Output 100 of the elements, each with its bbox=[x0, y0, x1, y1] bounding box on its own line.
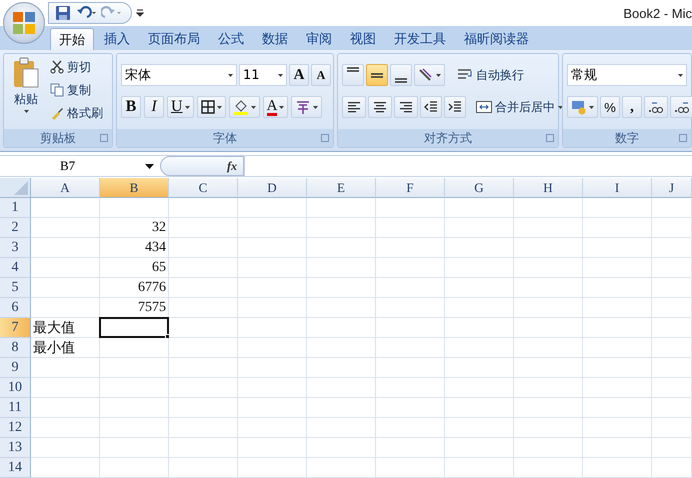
borders-button[interactable] bbox=[196, 96, 226, 118]
phonetic-button[interactable] bbox=[291, 96, 322, 118]
row-header[interactable]: 1 bbox=[0, 198, 31, 218]
align-icon[interactable] bbox=[346, 100, 362, 114]
corner-triangle-icon bbox=[14, 181, 28, 195]
format-painter-button[interactable]: 格式刷 bbox=[48, 103, 105, 123]
column-header[interactable]: I bbox=[583, 178, 652, 198]
fill-color-button[interactable] bbox=[228, 96, 260, 118]
column-header[interactable]: J bbox=[652, 178, 692, 198]
row-header[interactable]: 11 bbox=[0, 398, 31, 418]
italic-button[interactable]: I bbox=[144, 96, 164, 118]
table-cell bbox=[307, 198, 376, 218]
ribbon-tab[interactable]: 页面布局 bbox=[140, 28, 208, 50]
undo-icon[interactable] bbox=[75, 6, 97, 20]
copy-button[interactable]: 复制 bbox=[48, 80, 105, 100]
align-icon[interactable] bbox=[372, 100, 388, 114]
column-header[interactable]: F bbox=[376, 178, 445, 198]
column-header[interactable]: C bbox=[169, 178, 238, 198]
table-cell bbox=[376, 258, 445, 278]
align-left-button[interactable] bbox=[342, 96, 366, 118]
scissors-icon bbox=[50, 60, 64, 74]
insert-function-button[interactable]: fx bbox=[160, 156, 244, 176]
table-cell bbox=[445, 438, 514, 458]
customize-toolbar-icon[interactable] bbox=[136, 8, 144, 18]
save-icon[interactable] bbox=[55, 5, 71, 21]
table-cell bbox=[238, 238, 307, 258]
name-box[interactable]: B7 bbox=[0, 156, 160, 176]
column-header[interactable]: B bbox=[100, 178, 169, 198]
wrap-text-button[interactable]: 自动换行 bbox=[455, 65, 526, 85]
align-right-button[interactable] bbox=[394, 96, 418, 118]
paste-button[interactable]: 粘贴 bbox=[8, 57, 44, 126]
center-button[interactable] bbox=[368, 96, 392, 118]
shrink-font-button[interactable]: A bbox=[311, 64, 331, 86]
comma-button[interactable]: , bbox=[622, 96, 642, 118]
decrease-decimal-button[interactable] bbox=[670, 96, 692, 118]
row-header[interactable]: 13 bbox=[0, 438, 31, 458]
row-header[interactable]: 14 bbox=[0, 458, 31, 478]
font-name-field[interactable]: 宋体 bbox=[121, 64, 237, 86]
column-header[interactable]: E bbox=[307, 178, 376, 198]
table-cell bbox=[583, 318, 652, 338]
table-cell bbox=[238, 318, 307, 338]
row-header[interactable]: 6 bbox=[0, 298, 31, 318]
ribbon-tab[interactable]: 视图 bbox=[342, 28, 384, 50]
dropdown-caret-icon bbox=[313, 106, 318, 108]
table-cell bbox=[445, 238, 514, 258]
merge-center-button[interactable]: 合并后居中 bbox=[474, 97, 565, 117]
orientation-button[interactable] bbox=[414, 64, 445, 86]
row-header[interactable]: 5 bbox=[0, 278, 31, 298]
paint-bucket-icon bbox=[232, 99, 249, 115]
table-cell bbox=[652, 458, 692, 478]
brush-icon bbox=[50, 106, 64, 120]
grow-font-button[interactable]: A bbox=[289, 64, 309, 86]
column-header[interactable]: G bbox=[445, 178, 514, 198]
table-cell bbox=[445, 318, 514, 338]
ribbon-tab[interactable]: 插入 bbox=[96, 28, 138, 50]
vertical-align-button[interactable] bbox=[342, 64, 364, 86]
ribbon-tab[interactable]: 审阅 bbox=[298, 28, 340, 50]
row-header[interactable]: 12 bbox=[0, 418, 31, 438]
slanted-text-icon bbox=[418, 68, 434, 82]
table-cell: 32 bbox=[100, 218, 169, 238]
group-label: 对齐方式 bbox=[424, 130, 472, 146]
table-cell bbox=[583, 358, 652, 378]
row-header[interactable]: 10 bbox=[0, 378, 31, 398]
currency-button[interactable] bbox=[567, 96, 598, 118]
number-format-field[interactable]: 常规 bbox=[567, 64, 687, 86]
column-header[interactable]: D bbox=[238, 178, 307, 198]
table-cell bbox=[169, 418, 238, 438]
table-cell bbox=[514, 458, 583, 478]
table-cell bbox=[514, 338, 583, 358]
row-header[interactable]: 2 bbox=[0, 218, 31, 238]
font-color-button[interactable]: A bbox=[262, 96, 288, 118]
table-cell bbox=[652, 378, 692, 398]
dropdown-caret-icon bbox=[228, 74, 233, 76]
increase-decimal-button[interactable] bbox=[644, 96, 668, 118]
percent-button[interactable]: % bbox=[600, 96, 620, 118]
column-header[interactable]: A bbox=[31, 178, 100, 198]
font-size-field[interactable]: 11 bbox=[239, 64, 287, 86]
table-cell bbox=[514, 218, 583, 238]
align-icon[interactable] bbox=[398, 100, 414, 114]
table-cell bbox=[376, 418, 445, 438]
phonetic-guide-icon bbox=[295, 99, 312, 115]
underline-button[interactable]: U bbox=[167, 96, 194, 118]
row-header[interactable]: 4 bbox=[0, 258, 31, 278]
ribbon-tab[interactable]: 开始 bbox=[50, 28, 94, 50]
bold-button[interactable]: B bbox=[121, 96, 141, 118]
table-cell bbox=[307, 358, 376, 378]
row-header[interactable]: 9 bbox=[0, 358, 31, 378]
ribbon-tab[interactable]: 公式 bbox=[210, 28, 252, 50]
row-header[interactable]: 7 bbox=[0, 318, 31, 338]
vertical-align-button[interactable] bbox=[390, 64, 412, 86]
increase-indent-button[interactable] bbox=[444, 96, 466, 118]
cut-button[interactable]: 剪切 bbox=[48, 57, 105, 77]
row-header[interactable]: 3 bbox=[0, 238, 31, 258]
row-header[interactable]: 8 bbox=[0, 338, 31, 358]
ribbon-tab[interactable]: 开发工具 bbox=[386, 28, 454, 50]
ribbon-tab[interactable]: 数据 bbox=[254, 28, 296, 50]
column-header[interactable]: H bbox=[514, 178, 583, 198]
ribbon-tab[interactable]: 福昕阅读器 bbox=[456, 28, 537, 50]
decrease-indent-button[interactable] bbox=[420, 96, 442, 118]
vertical-align-button[interactable] bbox=[366, 64, 388, 86]
